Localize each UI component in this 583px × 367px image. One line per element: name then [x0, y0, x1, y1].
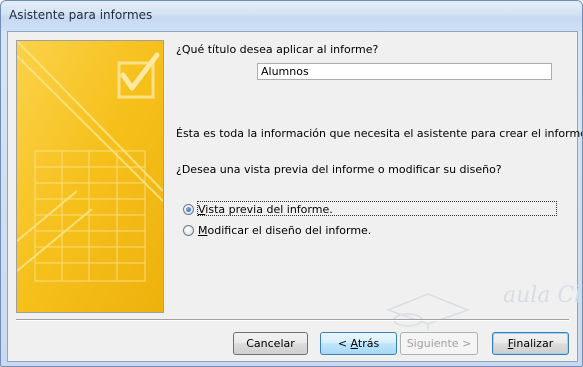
window-title: Asistente para informes [9, 8, 153, 22]
watermark-text: aula Clic [503, 283, 578, 308]
wizard-side-image [16, 40, 164, 313]
aulaclic-watermark: aula Clic [385, 283, 578, 330]
next-button[interactable]: Siguiente > [400, 332, 478, 355]
report-title-input[interactable] [257, 63, 552, 80]
preview-question-label: ¿Desea una vista previa del informe o mo… [176, 163, 502, 176]
back-button[interactable]: < Atrás [320, 332, 397, 355]
preview-radio[interactable] [183, 204, 194, 215]
modify-option-label[interactable]: Modificar el diseño del informe. [198, 224, 371, 237]
report-checklist-icon [17, 41, 163, 312]
modify-radio[interactable] [183, 225, 194, 236]
title-question-label: ¿Qué título desea aplicar al informe? [176, 43, 379, 56]
finish-button[interactable]: Finalizar [492, 332, 569, 355]
wizard-body: ¿Qué título desea aplicar al informe? És… [7, 31, 582, 362]
info-text: Ésta es toda la información que necesita… [176, 127, 583, 140]
title-bar[interactable]: Asistente para informes [1, 1, 582, 31]
cancel-button[interactable]: Cancelar [233, 332, 308, 355]
preview-option-label[interactable]: Vista previa del informe. [198, 203, 333, 216]
report-wizard-window: Asistente para informes ¿Qué título dese… [0, 0, 583, 367]
button-separator [16, 319, 569, 321]
